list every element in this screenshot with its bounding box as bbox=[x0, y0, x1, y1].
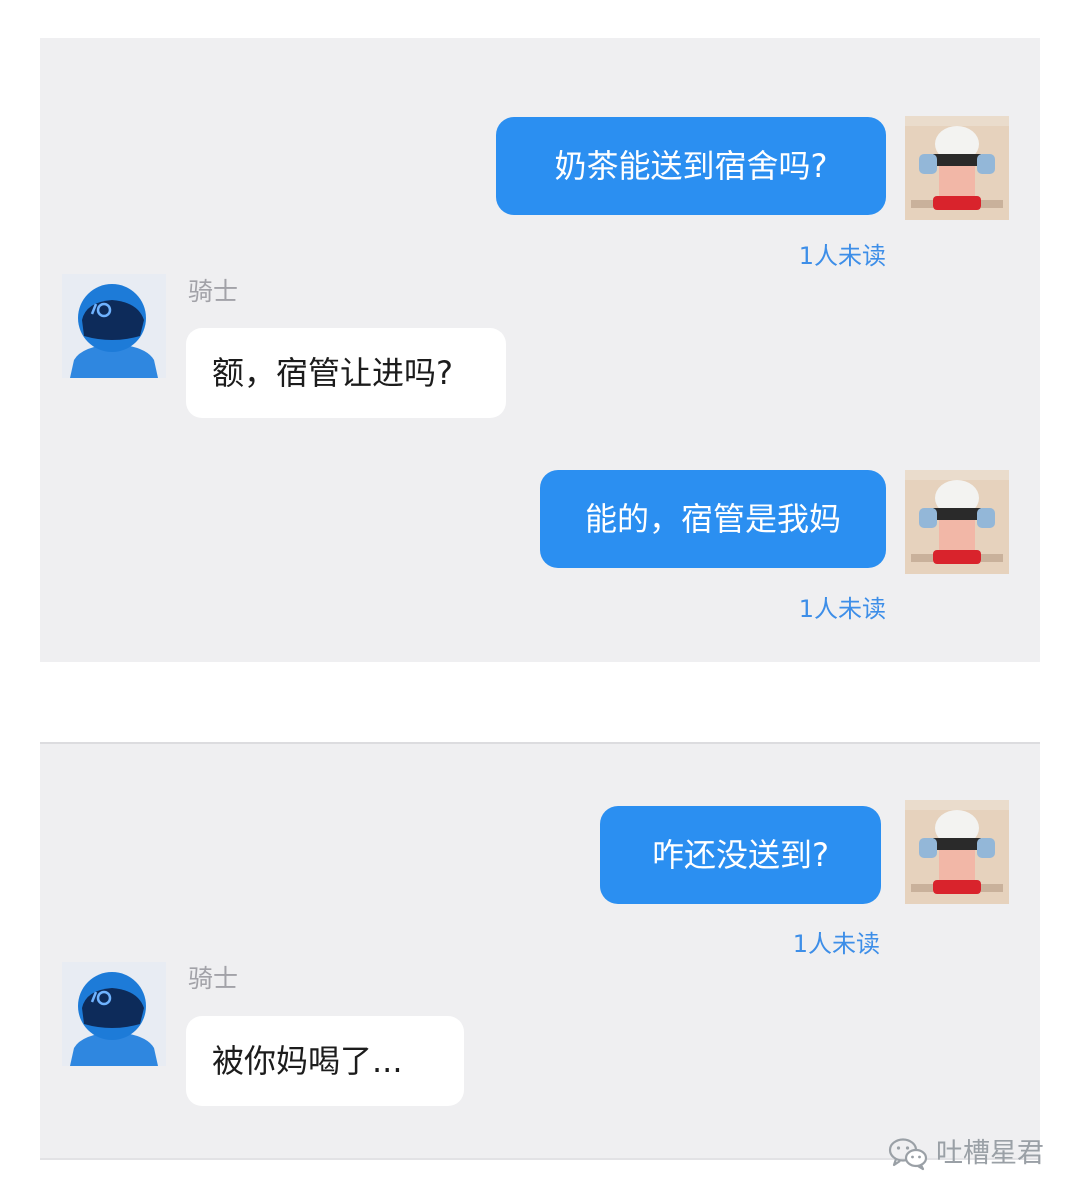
incoming-message-bubble[interactable]: 额，宿管让进吗? bbox=[186, 328, 506, 418]
outgoing-message-bubble[interactable]: 奶茶能送到宿舍吗? bbox=[496, 117, 886, 215]
outgoing-message-bubble[interactable]: 咋还没送到? bbox=[600, 806, 881, 904]
outgoing-message-bubble[interactable]: 能的，宿管是我妈 bbox=[540, 470, 886, 568]
incoming-message-bubble[interactable]: 被你妈喝了... bbox=[186, 1016, 464, 1106]
message-text: 额，宿管让进吗? bbox=[212, 354, 453, 392]
sender-name: 骑士 bbox=[188, 964, 239, 993]
message-text: 能的，宿管是我妈 bbox=[584, 500, 841, 538]
chat-screenshot-1: 奶茶能送到宿舍吗? 1人未读 骑士 额，宿管让进吗? 能的，宿管是我妈 1人未读 bbox=[40, 38, 1040, 662]
watermark-text: 吐槽星君 bbox=[936, 1138, 1044, 1169]
read-status: 1人未读 bbox=[798, 242, 886, 270]
user-avatar-icon[interactable] bbox=[905, 800, 1009, 904]
rider-avatar-icon[interactable] bbox=[62, 962, 166, 1066]
chat-screenshot-2: 咋还没送到? 1人未读 骑士 被你妈喝了... bbox=[40, 742, 1040, 1160]
message-text: 被你妈喝了... bbox=[212, 1042, 403, 1080]
rider-avatar-icon[interactable] bbox=[62, 274, 166, 378]
user-avatar-icon[interactable] bbox=[905, 470, 1009, 574]
user-avatar-icon[interactable] bbox=[905, 116, 1009, 220]
message-text: 奶茶能送到宿舍吗? bbox=[554, 147, 828, 185]
message-text: 咋还没送到? bbox=[652, 836, 829, 874]
read-status: 1人未读 bbox=[792, 930, 880, 958]
watermark: 吐槽星君 bbox=[888, 1137, 1044, 1171]
wechat-icon bbox=[888, 1137, 928, 1171]
read-status: 1人未读 bbox=[798, 595, 886, 623]
page: 奶茶能送到宿舍吗? 1人未读 骑士 额，宿管让进吗? 能的，宿管是我妈 1人未读… bbox=[0, 0, 1080, 1204]
sender-name: 骑士 bbox=[188, 277, 239, 306]
